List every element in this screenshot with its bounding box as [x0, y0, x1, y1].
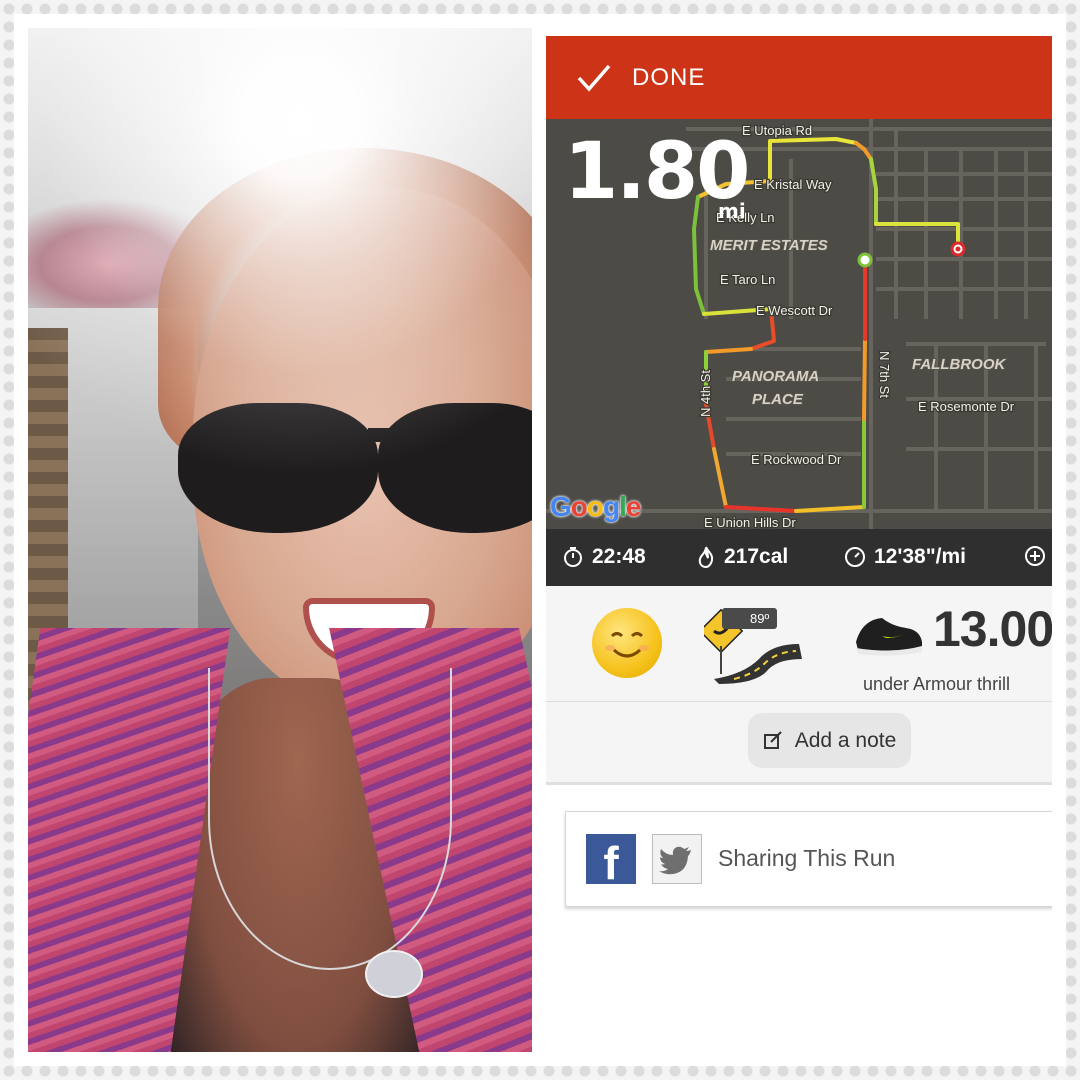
pace-value: 12'38"/mi — [874, 545, 967, 568]
calories-stat: 217cal — [696, 545, 788, 569]
add-note-button[interactable]: Add a note — [748, 713, 911, 768]
duration-value: 22:48 — [592, 545, 646, 568]
smiling-face-icon[interactable] — [592, 608, 662, 678]
speedometer-icon — [845, 547, 865, 567]
check-icon[interactable] — [576, 60, 612, 96]
more-stats-button[interactable] — [1024, 545, 1052, 567]
flame-icon — [698, 546, 714, 568]
calories-value: 217cal — [724, 545, 789, 568]
shoe-mileage: 13.00 m — [933, 601, 1052, 657]
label-e-utopia-rd: E Utopia Rd — [742, 123, 812, 138]
header-bar: DONE — [546, 36, 1052, 119]
pace-stat: 12'38"/mi — [844, 545, 966, 569]
label-e-rockwood-dr: E Rockwood Dr — [751, 452, 842, 467]
plus-circle-icon[interactable] — [1024, 545, 1046, 567]
distance-unit: mi — [718, 199, 746, 223]
label-e-union-hills-dr: E Union Hills Dr — [704, 515, 796, 529]
run-app-screen: DONE E Utopia Rd E Kristal Way E Kelly L… — [546, 28, 1052, 1052]
photo-necklace — [208, 668, 452, 970]
duration-stat: 22:48 — [562, 545, 646, 569]
share-card: f Sharing This Run — [565, 811, 1052, 907]
label-e-wescott-dr: E Wescott Dr — [756, 303, 833, 318]
note-section: Add a note — [546, 702, 1052, 785]
run-summary-row: 89º 13.00 m under Armour thrill — [546, 586, 1052, 702]
label-fallbrook: FALLBROOK — [912, 356, 1006, 373]
edit-note-icon — [763, 730, 782, 749]
stopwatch-icon — [564, 547, 582, 567]
label-e-kristal-way: E Kristal Way — [754, 177, 832, 192]
shoe-name: under Armour thrill — [863, 674, 1011, 694]
label-place: PLACE — [752, 391, 804, 408]
label-merit-estates: MERIT ESTATES — [710, 237, 828, 254]
photo-sun-flare — [28, 28, 532, 548]
label-e-rosemonte-dr: E Rosemonte Dr — [918, 399, 1015, 414]
done-button[interactable]: DONE — [632, 64, 705, 92]
label-e-taro-ln: E Taro Ln — [720, 272, 775, 287]
twitter-icon[interactable] — [652, 834, 702, 884]
share-run-label[interactable]: Sharing This Run — [718, 845, 895, 872]
route-start-marker — [857, 252, 873, 268]
elephant-pendant — [365, 950, 423, 998]
label-n-7th-st: N 7th St — [877, 351, 892, 398]
stats-bar: 22:48 217cal 12'38"/mi — [546, 529, 1052, 586]
route-map[interactable]: E Utopia Rd E Kristal Way E Kelly Ln E T… — [546, 119, 1052, 529]
label-panorama: PANORAMA — [732, 368, 819, 385]
add-note-label: Add a note — [794, 728, 897, 752]
facebook-icon[interactable]: f — [586, 834, 636, 884]
google-logo: Google — [550, 491, 641, 522]
selfie-photo — [28, 28, 532, 1052]
running-shoe-icon[interactable] — [852, 600, 924, 660]
label-n-4th-st: N 4th St — [698, 370, 713, 417]
weather-temperature: 89º — [722, 608, 778, 629]
